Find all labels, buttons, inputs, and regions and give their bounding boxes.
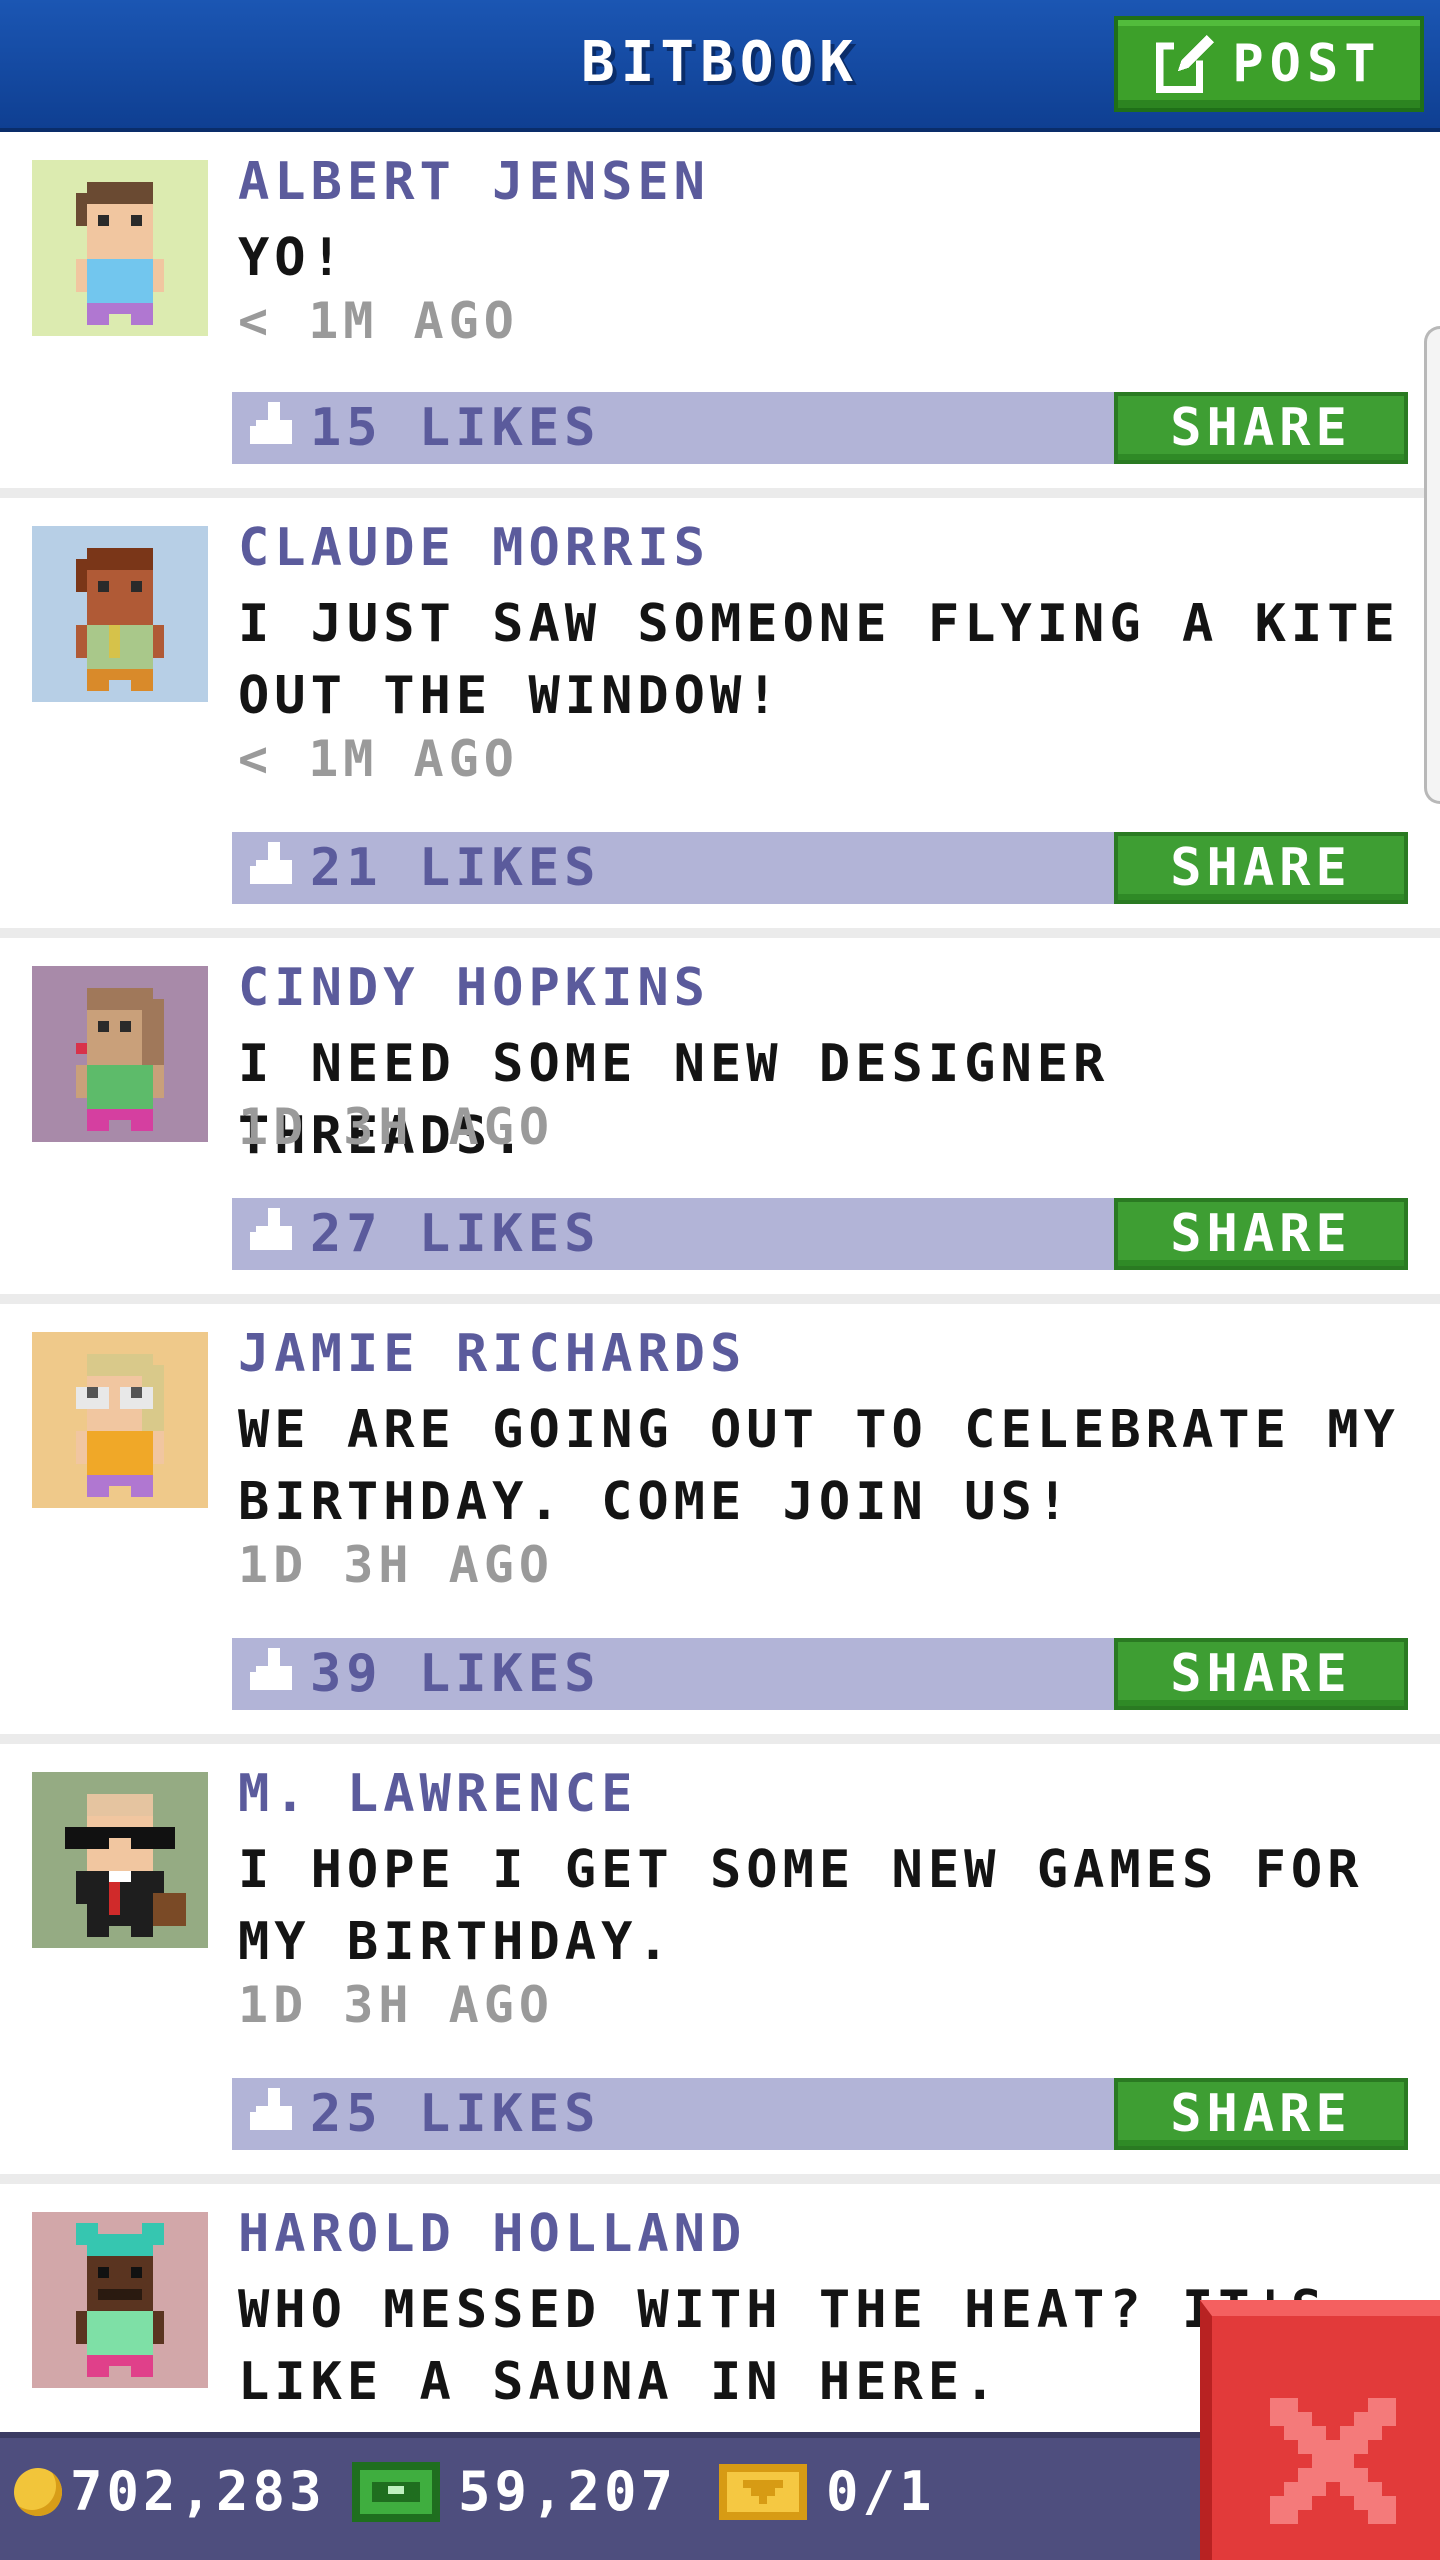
share-button[interactable]: SHARE (1114, 392, 1408, 464)
scrollbar[interactable] (1424, 326, 1440, 804)
post-author[interactable]: CINDY HOPKINS (238, 958, 710, 1018)
avatar[interactable] (32, 160, 208, 336)
post-time: 1D 3H AGO (238, 1976, 554, 2034)
post-author[interactable]: JAMIE RICHARDS (238, 1324, 746, 1384)
like-bar: 39 LIKES SHARE (232, 1638, 1408, 1710)
share-button[interactable]: SHARE (1114, 832, 1408, 904)
like-count: 21 LIKES (310, 838, 601, 898)
like-bar: 21 LIKES SHARE (232, 832, 1408, 904)
like-bar: 27 LIKES SHARE (232, 1198, 1408, 1270)
vip-ticket-icon (719, 2463, 807, 2520)
like-bar: 25 LIKES SHARE (232, 2078, 1408, 2150)
like-count: 25 LIKES (310, 2084, 601, 2144)
feed-post: CLAUDE MORRIS I JUST SAW SOMEONE FLYING … (0, 498, 1440, 928)
close-button[interactable] (1200, 2300, 1440, 2560)
post-author[interactable]: CLAUDE MORRIS (238, 518, 710, 578)
post-time: < 1M AGO (238, 292, 519, 350)
share-button[interactable]: SHARE (1114, 1198, 1408, 1270)
avatar[interactable] (32, 526, 208, 702)
close-x-icon (1270, 2398, 1396, 2524)
post-author[interactable]: M. LAWRENCE (238, 1764, 637, 1824)
post-author[interactable]: HAROLD HOLLAND (238, 2204, 746, 2264)
post-message: I JUST SAW SOMEONE FLYING A KITE OUT THE… (238, 594, 1400, 726)
like-count: 39 LIKES (310, 1644, 601, 1704)
avatar[interactable] (32, 1772, 208, 1948)
post-message: WE ARE GOING OUT TO CELEBRATE MY BIRTHDA… (238, 1400, 1400, 1532)
thumbs-up-icon[interactable] (250, 1648, 298, 1696)
vip-amount: 0/1 (826, 2460, 936, 2523)
bux-amount: 59,207 (458, 2460, 678, 2523)
thumbs-up-icon[interactable] (250, 2088, 298, 2136)
feed-post: JAMIE RICHARDS WE ARE GOING OUT TO CELEB… (0, 1304, 1440, 1734)
thumbs-up-icon[interactable] (250, 1208, 298, 1256)
post-button[interactable]: POST (1114, 16, 1424, 112)
coin-amount: 702,283 (70, 2460, 326, 2523)
thumbs-up-icon[interactable] (250, 842, 298, 890)
avatar[interactable] (32, 1332, 208, 1508)
like-bar: 15 LIKES SHARE (232, 392, 1408, 464)
post-author[interactable]: ALBERT JENSEN (238, 152, 710, 212)
feed-post: M. LAWRENCE I HOPE I GET SOME NEW GAMES … (0, 1744, 1440, 2174)
coin-counter: 702,283 (14, 2460, 326, 2523)
avatar[interactable] (32, 966, 208, 1142)
like-count: 27 LIKES (310, 1204, 601, 1264)
bux-icon (352, 2461, 440, 2522)
bux-counter: 59,207 (352, 2460, 677, 2523)
post-time: 1D 3H AGO (238, 1098, 554, 1156)
like-count: 15 LIKES (310, 398, 601, 458)
feed-post: ALBERT JENSEN YO! < 1M AGO 15 LIKES SHAR… (0, 132, 1440, 488)
share-button[interactable]: SHARE (1114, 2078, 1408, 2150)
share-button[interactable]: SHARE (1114, 1638, 1408, 1710)
post-button-label: POST (1232, 34, 1382, 94)
post-time: < 1M AGO (238, 730, 519, 788)
vip-counter: 0/1 (718, 2460, 936, 2523)
avatar[interactable] (32, 2212, 208, 2388)
post-edit-icon (1156, 35, 1215, 93)
post-message: I HOPE I GET SOME NEW GAMES FOR MY BIRTH… (238, 1840, 1364, 1972)
coin-icon (14, 2467, 62, 2516)
post-time: 1D 3H AGO (238, 1536, 554, 1594)
post-message: YO! (238, 228, 347, 288)
feed-post: CINDY HOPKINS I NEED SOME NEW DESIGNER T… (0, 938, 1440, 1294)
feed-list[interactable]: ALBERT JENSEN YO! < 1M AGO 15 LIKES SHAR… (0, 132, 1440, 2534)
thumbs-up-icon[interactable] (250, 402, 298, 450)
app-header: BITBOOK POST (0, 0, 1440, 132)
